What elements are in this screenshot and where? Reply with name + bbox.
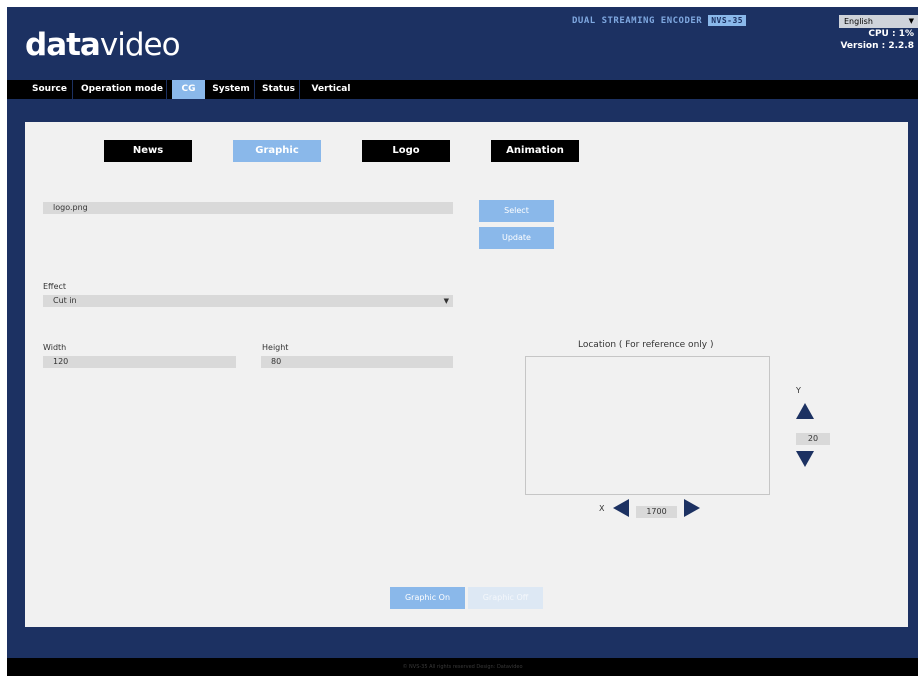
triangle-left-icon[interactable] bbox=[613, 499, 629, 517]
tab-source[interactable]: Source bbox=[27, 80, 73, 99]
y-field[interactable]: 20 bbox=[796, 433, 830, 445]
triangle-right-icon[interactable] bbox=[684, 499, 700, 517]
tab-status[interactable]: Status bbox=[258, 80, 300, 99]
x-field[interactable]: 1700 bbox=[636, 506, 677, 518]
cg-tab-logo[interactable]: Logo bbox=[362, 140, 450, 162]
cg-tab-graphic[interactable]: Graphic bbox=[233, 140, 321, 162]
firmware-version: Version : 2.2.8 bbox=[840, 41, 914, 51]
language-select[interactable]: English ▼ bbox=[839, 15, 918, 28]
height-label: Height bbox=[262, 343, 289, 352]
model-badge: NVS-35 bbox=[708, 15, 747, 26]
cg-panel bbox=[25, 122, 908, 627]
graphic-file-field[interactable]: logo.png bbox=[43, 202, 453, 214]
effect-value: Cut in bbox=[53, 296, 77, 305]
footer: © NVS-35 All rights reserved Design: Dat… bbox=[7, 658, 918, 676]
product-title: DUAL STREAMING ENCODER NVS-35 bbox=[572, 15, 747, 26]
triangle-down-icon[interactable] bbox=[796, 451, 814, 467]
tab-operation-mode[interactable]: Operation mode bbox=[78, 80, 167, 99]
datavideo-logo: datavideo bbox=[25, 27, 181, 63]
y-label: Y bbox=[796, 386, 801, 395]
graphic-on-button[interactable]: Graphic On bbox=[390, 587, 465, 609]
effect-label: Effect bbox=[43, 282, 67, 291]
tab-cg[interactable]: CG bbox=[172, 80, 205, 99]
triangle-up-icon[interactable] bbox=[796, 403, 814, 419]
cg-tab-animation[interactable]: Animation bbox=[491, 140, 579, 162]
tab-system[interactable]: System bbox=[208, 80, 255, 99]
height-field[interactable]: 80 bbox=[261, 356, 453, 368]
update-button[interactable]: Update bbox=[479, 227, 554, 249]
x-label: X bbox=[599, 504, 605, 513]
select-button[interactable]: Select bbox=[479, 200, 554, 222]
chevron-down-icon: ▼ bbox=[908, 17, 914, 25]
width-field[interactable]: 120 bbox=[43, 356, 236, 368]
width-label: Width bbox=[43, 343, 67, 352]
tab-vertical[interactable]: Vertical bbox=[305, 80, 357, 99]
effect-select[interactable]: Cut in ▼ bbox=[43, 295, 453, 307]
cg-tab-news[interactable]: News bbox=[104, 140, 192, 162]
location-title: Location ( For reference only ) bbox=[578, 340, 714, 350]
cpu-usage: CPU : 1% bbox=[868, 29, 914, 39]
location-preview bbox=[525, 356, 770, 495]
language-value: English bbox=[844, 17, 873, 26]
graphic-off-button[interactable]: Graphic Off bbox=[468, 587, 543, 609]
chevron-down-icon: ▼ bbox=[443, 297, 449, 305]
